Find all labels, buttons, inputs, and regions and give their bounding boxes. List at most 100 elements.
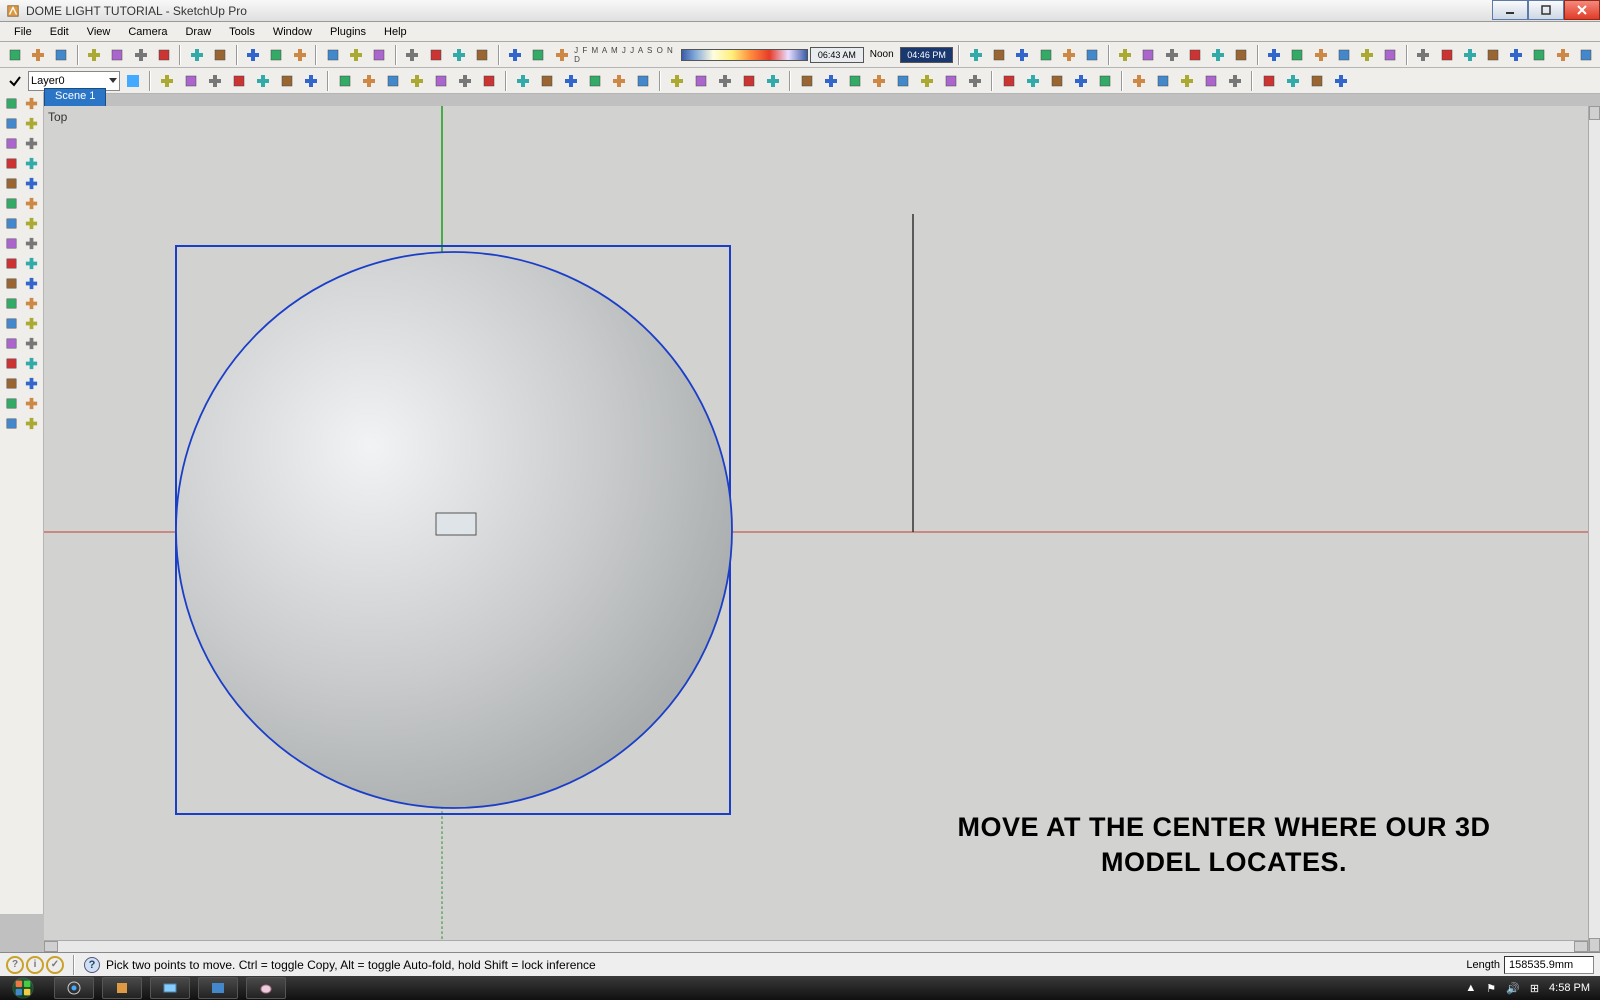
tool-look-around[interactable] [22, 354, 41, 373]
toolbar2-text1[interactable] [1094, 70, 1116, 92]
toolbar-save[interactable] [50, 44, 71, 66]
toolbar-n4[interactable] [1413, 44, 1434, 66]
toolbar2-cube2[interactable] [512, 70, 534, 92]
toolbar-t1[interactable] [1459, 44, 1480, 66]
toolbar-section[interactable] [345, 44, 366, 66]
toolbar-preferences[interactable] [289, 44, 310, 66]
toolbar-new[interactable] [4, 44, 25, 66]
toolbar2-sandbox1[interactable] [762, 70, 784, 92]
toolbar2-style2[interactable] [1258, 70, 1280, 92]
toolbar2-sandbox8[interactable] [940, 70, 962, 92]
toolbar2-lookaround[interactable] [1176, 70, 1198, 92]
badge-user[interactable]: ✓ [46, 956, 64, 974]
toolbar-camera-left[interactable] [448, 44, 469, 66]
menu-edit[interactable]: Edit [42, 24, 77, 40]
toolbar-point1[interactable] [965, 44, 986, 66]
tool-sample[interactable] [22, 394, 41, 413]
tray-arrow-icon[interactable]: ▲ [1465, 982, 1476, 994]
toolbar-sun2[interactable] [1184, 44, 1205, 66]
close-button[interactable] [1564, 0, 1600, 20]
toolbar2-style3[interactable] [1282, 70, 1304, 92]
tray-flag-icon[interactable]: ⚑ [1486, 982, 1496, 995]
task-explorer[interactable] [150, 977, 190, 999]
minimize-button[interactable] [1492, 0, 1528, 20]
menu-tools[interactable]: Tools [221, 24, 263, 40]
toolbar2-solid5[interactable] [406, 70, 428, 92]
toolbar-timeA[interactable] [1012, 44, 1033, 66]
tool-follow-me[interactable] [22, 214, 41, 233]
toolbar2-edge2[interactable] [998, 70, 1020, 92]
toolbar-sandbox[interactable] [1115, 44, 1136, 66]
tray-clock[interactable]: 4:58 PM [1549, 982, 1590, 994]
toolbar2-shell1[interactable] [632, 70, 654, 92]
tool-freehand[interactable] [22, 134, 41, 153]
tray-network-icon[interactable]: ⊞ [1530, 982, 1539, 995]
tool-show-hidden[interactable] [2, 414, 21, 433]
toolbar-lookA[interactable] [1081, 44, 1102, 66]
toolbar-point2[interactable] [989, 44, 1010, 66]
toolbar2-sandbox5[interactable] [868, 70, 890, 92]
toolbar-component[interactable] [322, 44, 343, 66]
toolbar2-edge1[interactable] [964, 70, 986, 92]
toolbar2-position[interactable] [1200, 70, 1222, 92]
toolbar-delete[interactable] [153, 44, 174, 66]
toolbar2-solid7[interactable] [454, 70, 476, 92]
toolbar2-house6[interactable] [276, 70, 298, 92]
toolbar2-house1[interactable] [156, 70, 178, 92]
toolbar-t2[interactable] [1482, 44, 1503, 66]
toolbar2-sandbox2[interactable] [796, 70, 818, 92]
menu-view[interactable]: View [79, 24, 119, 40]
tool-3dtext[interactable] [22, 294, 41, 313]
toolbar-paste[interactable] [130, 44, 151, 66]
tool-lasso[interactable] [2, 114, 21, 133]
tool-offset[interactable] [22, 234, 41, 253]
tool-hide[interactable] [22, 414, 41, 433]
tool-line[interactable] [2, 134, 21, 153]
toolbar2-dim1[interactable] [1046, 70, 1068, 92]
toolbar2-solid6[interactable] [430, 70, 452, 92]
toolbar-n5[interactable] [1436, 44, 1457, 66]
toolbar-grid[interactable] [1161, 44, 1182, 66]
tool-move[interactable] [22, 194, 41, 213]
toolbar-print[interactable] [243, 44, 264, 66]
toolbar-t5[interactable] [1552, 44, 1573, 66]
toolbar-camera-right[interactable] [471, 44, 492, 66]
tool-zoom-extents[interactable] [22, 334, 41, 353]
tool-walk-tool[interactable] [2, 354, 21, 373]
tool-text[interactable] [2, 294, 21, 313]
menu-window[interactable]: Window [265, 24, 320, 40]
tool-paint[interactable] [2, 394, 21, 413]
tool-circle[interactable] [22, 154, 41, 173]
toolbar2-shell5[interactable] [738, 70, 760, 92]
toolbar2-style4[interactable] [1306, 70, 1328, 92]
toolbar-t3[interactable] [1506, 44, 1527, 66]
toolbar2-shell4[interactable] [714, 70, 736, 92]
toolbar2-solid4[interactable] [382, 70, 404, 92]
toolbar-v[interactable] [1231, 44, 1252, 66]
task-sketchup[interactable] [102, 977, 142, 999]
menu-camera[interactable]: Camera [120, 24, 175, 40]
toolbar2-solid2[interactable] [334, 70, 356, 92]
time-gradient[interactable] [681, 49, 808, 61]
toolbar2-style5[interactable] [1330, 70, 1352, 92]
help-icon[interactable]: ? [84, 957, 100, 973]
toolbar2-sandbox3[interactable] [820, 70, 842, 92]
toolbar-toggle[interactable] [1207, 44, 1228, 66]
badge-tip[interactable]: ? [6, 956, 24, 974]
toolbar2-axes[interactable] [1022, 70, 1044, 92]
tool-axes-tool[interactable] [22, 274, 41, 293]
tool-pan[interactable] [22, 314, 41, 333]
tool-tape[interactable] [2, 254, 21, 273]
toolbar2-house4[interactable] [228, 70, 250, 92]
toolbar-undo[interactable] [186, 44, 207, 66]
scene-tab-1[interactable]: Scene 1 [44, 88, 106, 106]
toolbar2-shell3[interactable] [690, 70, 712, 92]
toolbar2-solid3[interactable] [358, 70, 380, 92]
toolbar-model-info[interactable] [266, 44, 287, 66]
task-chrome[interactable] [54, 977, 94, 999]
toolbar-snap[interactable] [1138, 44, 1159, 66]
tool-scale[interactable] [2, 234, 21, 253]
toolbar-timeB[interactable] [1035, 44, 1056, 66]
tool-eraser[interactable] [22, 94, 41, 113]
tool-pushpull[interactable] [2, 194, 21, 213]
